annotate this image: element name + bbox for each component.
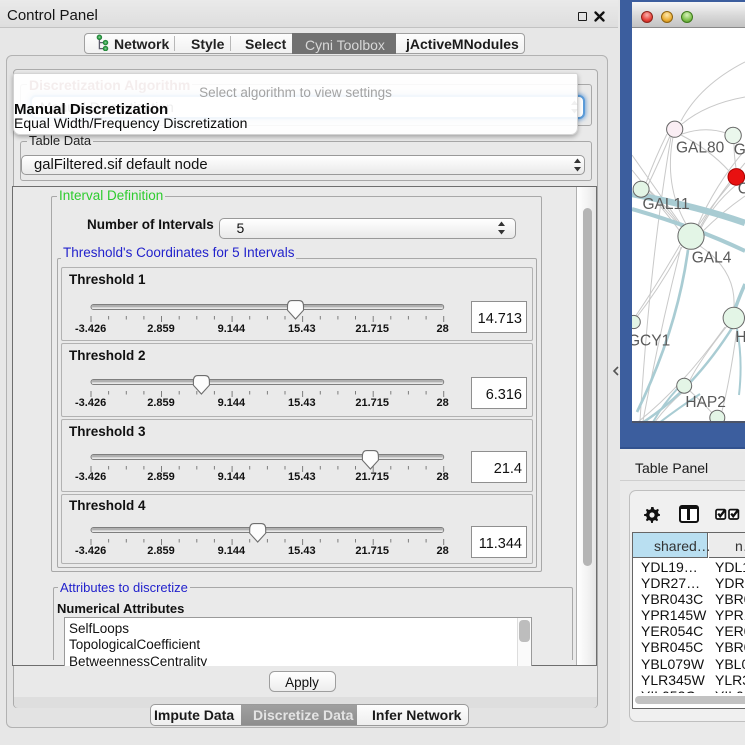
- svg-text:H: H: [735, 329, 745, 346]
- svg-text:HAP2: HAP2: [685, 394, 726, 411]
- svg-text:GAL11: GAL11: [643, 196, 690, 213]
- svg-text:GCY1: GCY1: [632, 332, 670, 349]
- svg-text:C: C: [738, 181, 745, 198]
- svg-text:GA: GA: [734, 141, 745, 158]
- svg-text:GAL4: GAL4: [692, 250, 732, 267]
- svg-text:GAL80: GAL80: [676, 139, 725, 156]
